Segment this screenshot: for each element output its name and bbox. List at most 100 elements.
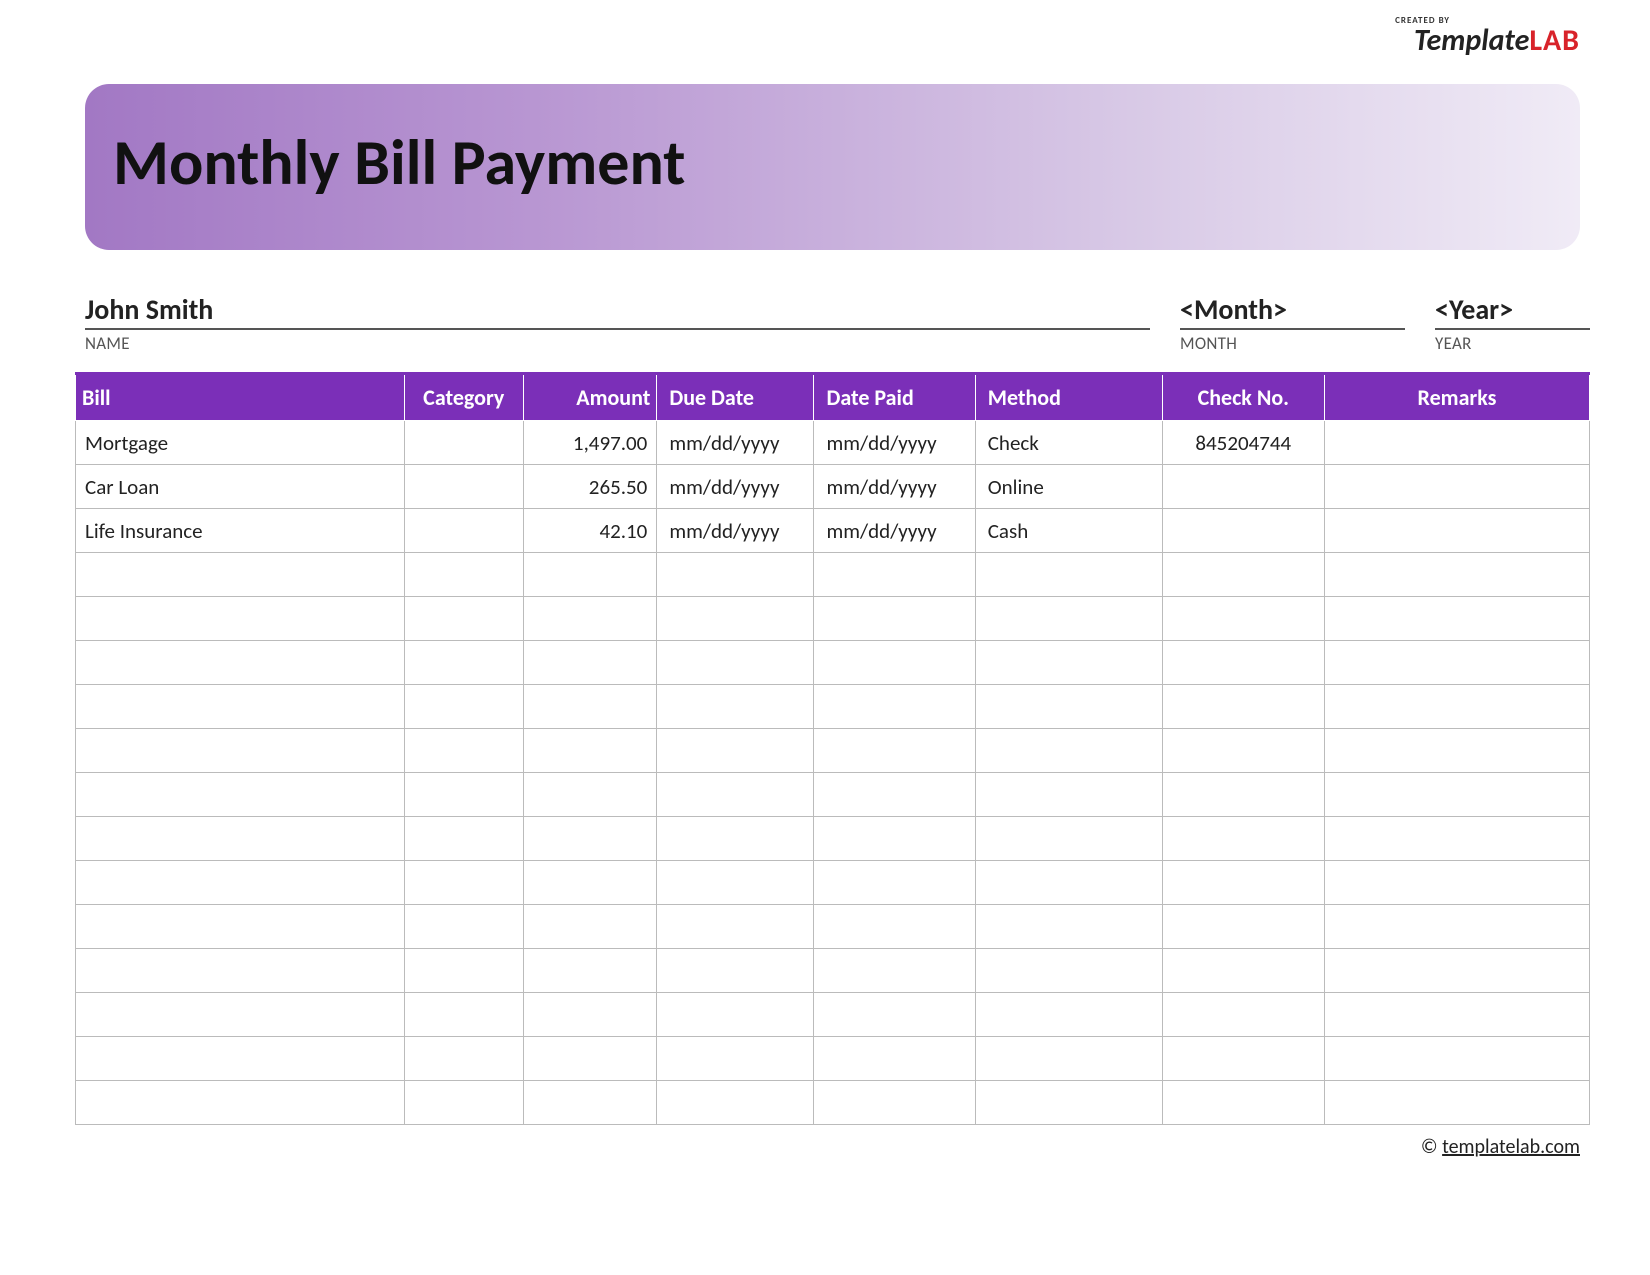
cell-method[interactable] (975, 685, 1162, 729)
cell-remarks[interactable] (1324, 685, 1589, 729)
cell-category[interactable] (404, 905, 523, 949)
cell-category[interactable] (404, 861, 523, 905)
cell-due-date[interactable] (657, 685, 814, 729)
year-value[interactable]: <Year> (1435, 292, 1590, 330)
cell-amount[interactable] (523, 773, 657, 817)
cell-amount[interactable]: 42.10 (523, 509, 657, 553)
cell-category[interactable] (404, 949, 523, 993)
cell-bill[interactable]: Life Insurance (76, 509, 405, 553)
cell-due-date[interactable] (657, 817, 814, 861)
cell-check-no[interactable] (1162, 465, 1324, 509)
cell-date-paid[interactable] (814, 597, 975, 641)
cell-date-paid[interactable]: mm/dd/yyyy (814, 509, 975, 553)
cell-category[interactable] (404, 729, 523, 773)
cell-due-date[interactable] (657, 773, 814, 817)
cell-bill[interactable] (76, 729, 405, 773)
cell-amount[interactable] (523, 1081, 657, 1125)
cell-date-paid[interactable] (814, 1037, 975, 1081)
cell-method[interactable] (975, 553, 1162, 597)
cell-due-date[interactable] (657, 1081, 814, 1125)
cell-method[interactable] (975, 729, 1162, 773)
cell-check-no[interactable] (1162, 993, 1324, 1037)
cell-amount[interactable]: 1,497.00 (523, 421, 657, 465)
cell-method[interactable] (975, 1037, 1162, 1081)
footer-link[interactable]: templatelab.com (1442, 1135, 1580, 1159)
cell-remarks[interactable] (1324, 817, 1589, 861)
cell-check-no[interactable] (1162, 773, 1324, 817)
cell-check-no[interactable] (1162, 1081, 1324, 1125)
cell-date-paid[interactable] (814, 993, 975, 1037)
cell-date-paid[interactable]: mm/dd/yyyy (814, 465, 975, 509)
cell-method[interactable]: Check (975, 421, 1162, 465)
cell-due-date[interactable] (657, 949, 814, 993)
cell-method[interactable] (975, 905, 1162, 949)
cell-amount[interactable] (523, 993, 657, 1037)
cell-date-paid[interactable] (814, 817, 975, 861)
cell-check-no[interactable] (1162, 553, 1324, 597)
month-value[interactable]: <Month> (1180, 292, 1405, 330)
cell-category[interactable] (404, 553, 523, 597)
cell-due-date[interactable]: mm/dd/yyyy (657, 465, 814, 509)
cell-bill[interactable]: Car Loan (76, 465, 405, 509)
cell-method[interactable] (975, 949, 1162, 993)
cell-bill[interactable] (76, 553, 405, 597)
cell-check-no[interactable] (1162, 949, 1324, 993)
cell-category[interactable] (404, 993, 523, 1037)
cell-bill[interactable] (76, 949, 405, 993)
cell-category[interactable] (404, 465, 523, 509)
cell-date-paid[interactable]: mm/dd/yyyy (814, 421, 975, 465)
cell-category[interactable] (404, 421, 523, 465)
cell-check-no[interactable] (1162, 861, 1324, 905)
cell-date-paid[interactable] (814, 553, 975, 597)
cell-check-no[interactable] (1162, 817, 1324, 861)
cell-due-date[interactable] (657, 1037, 814, 1081)
cell-method[interactable] (975, 641, 1162, 685)
cell-method[interactable] (975, 597, 1162, 641)
cell-amount[interactable] (523, 861, 657, 905)
cell-date-paid[interactable] (814, 905, 975, 949)
cell-category[interactable] (404, 1081, 523, 1125)
cell-check-no[interactable] (1162, 597, 1324, 641)
cell-bill[interactable] (76, 685, 405, 729)
cell-due-date[interactable] (657, 861, 814, 905)
cell-due-date[interactable]: mm/dd/yyyy (657, 509, 814, 553)
cell-check-no[interactable] (1162, 641, 1324, 685)
cell-amount[interactable] (523, 905, 657, 949)
cell-remarks[interactable] (1324, 597, 1589, 641)
cell-method[interactable] (975, 1081, 1162, 1125)
cell-check-no[interactable] (1162, 509, 1324, 553)
cell-category[interactable] (404, 641, 523, 685)
cell-category[interactable] (404, 685, 523, 729)
cell-remarks[interactable] (1324, 905, 1589, 949)
cell-due-date[interactable] (657, 597, 814, 641)
cell-bill[interactable] (76, 905, 405, 949)
cell-remarks[interactable] (1324, 1037, 1589, 1081)
cell-due-date[interactable]: mm/dd/yyyy (657, 421, 814, 465)
cell-remarks[interactable] (1324, 861, 1589, 905)
cell-date-paid[interactable] (814, 949, 975, 993)
cell-bill[interactable] (76, 1081, 405, 1125)
cell-amount[interactable] (523, 597, 657, 641)
cell-category[interactable] (404, 597, 523, 641)
cell-amount[interactable] (523, 949, 657, 993)
name-value[interactable]: John Smith (85, 292, 1150, 330)
cell-remarks[interactable] (1324, 509, 1589, 553)
cell-remarks[interactable] (1324, 553, 1589, 597)
cell-category[interactable] (404, 1037, 523, 1081)
cell-date-paid[interactable] (814, 773, 975, 817)
cell-method[interactable] (975, 993, 1162, 1037)
cell-category[interactable] (404, 817, 523, 861)
cell-date-paid[interactable] (814, 1081, 975, 1125)
cell-amount[interactable]: 265.50 (523, 465, 657, 509)
cell-method[interactable]: Online (975, 465, 1162, 509)
cell-bill[interactable]: Mortgage (76, 421, 405, 465)
cell-remarks[interactable] (1324, 993, 1589, 1037)
cell-bill[interactable] (76, 1037, 405, 1081)
cell-bill[interactable] (76, 641, 405, 685)
cell-date-paid[interactable] (814, 729, 975, 773)
cell-remarks[interactable] (1324, 949, 1589, 993)
cell-bill[interactable] (76, 861, 405, 905)
cell-bill[interactable] (76, 817, 405, 861)
cell-check-no[interactable] (1162, 1037, 1324, 1081)
cell-date-paid[interactable] (814, 685, 975, 729)
